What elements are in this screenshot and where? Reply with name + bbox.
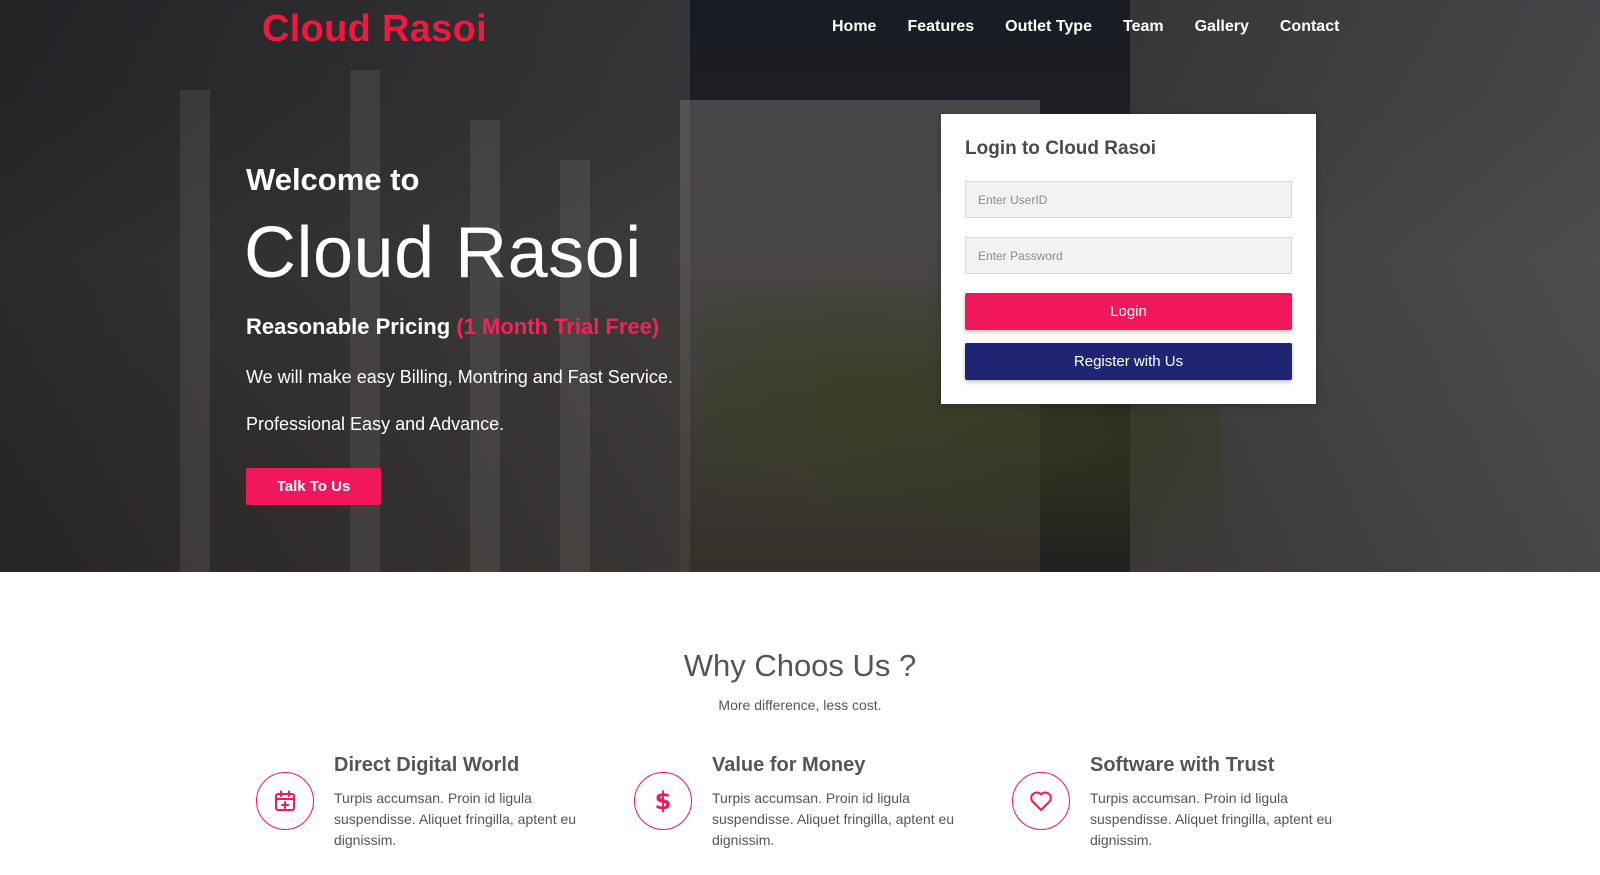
- hero-welcome: Welcome to: [246, 162, 420, 197]
- hero-line-1: We will make easy Billing, Montring and …: [246, 367, 673, 387]
- feature-text: Turpis accumsan. Proin id ligula suspend…: [334, 790, 577, 848]
- feature-title: Software with Trust: [1090, 754, 1275, 776]
- nav-item-home[interactable]: Home: [832, 18, 876, 36]
- feature-title: Value for Money: [712, 754, 866, 776]
- calendar-plus-icon: [256, 772, 314, 830]
- nav-item-outlet-type[interactable]: Outlet Type: [1005, 18, 1092, 36]
- login-card: Login to Cloud Rasoi Login Register with…: [941, 114, 1316, 404]
- feature-title: Direct Digital World: [334, 754, 520, 776]
- userid-input[interactable]: [965, 181, 1292, 218]
- main-nav: Home Features Outlet Type Team Gallery C…: [832, 18, 1370, 36]
- password-input[interactable]: [965, 237, 1292, 274]
- login-heading: Login to Cloud Rasoi: [965, 138, 1157, 159]
- why-title: Why Choos Us ?: [683, 648, 917, 683]
- nav-item-team[interactable]: Team: [1123, 18, 1164, 36]
- nav-item-gallery[interactable]: Gallery: [1195, 18, 1249, 36]
- feature-text: Turpis accumsan. Proin id ligula suspend…: [1090, 790, 1333, 848]
- hero-pricing: Reasonable Pricing (1 Month Trial Free): [246, 314, 659, 340]
- login-button[interactable]: Login: [965, 293, 1292, 330]
- pricing-offer: (1 Month Trial Free): [456, 314, 660, 339]
- nav-item-contact[interactable]: Contact: [1280, 18, 1340, 36]
- dollar-icon: $: [634, 772, 692, 830]
- hero-line-2: Professional Easy and Advance.: [246, 414, 505, 434]
- hero-section: [0, 0, 1600, 572]
- feature-text: Turpis accumsan. Proin id ligula suspend…: [712, 790, 955, 848]
- heart-icon: [1012, 772, 1070, 830]
- why-subtitle: More difference, less cost.: [718, 697, 882, 713]
- nav-item-features[interactable]: Features: [907, 18, 974, 36]
- hero-title: Cloud Rasoi: [244, 213, 642, 293]
- talk-to-us-button[interactable]: Talk To Us: [246, 468, 381, 505]
- hero-overlay: [0, 0, 1600, 572]
- pricing-label: Reasonable Pricing: [246, 314, 451, 339]
- svg-text:$: $: [655, 788, 672, 814]
- register-button[interactable]: Register with Us: [965, 343, 1292, 380]
- feature-item: $ Value for Money Turpis accumsan. Proin…: [634, 754, 974, 854]
- feature-item: Software with Trust Turpis accumsan. Pro…: [1012, 754, 1352, 854]
- feature-item: Direct Digital World Turpis accumsan. Pr…: [256, 754, 596, 854]
- brand-logo[interactable]: Cloud Rasoi: [262, 8, 487, 51]
